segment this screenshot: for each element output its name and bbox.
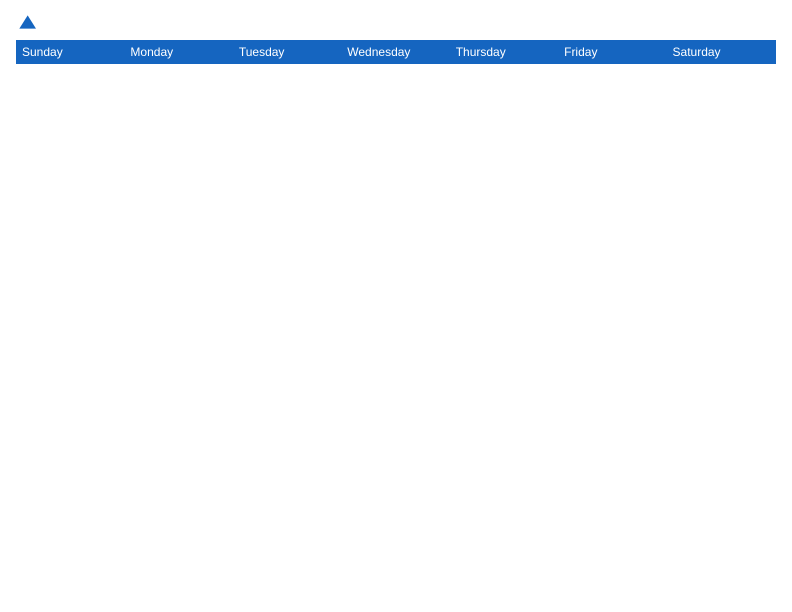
weekday-header-thursday: Thursday: [450, 41, 558, 64]
weekday-header-saturday: Saturday: [667, 41, 775, 64]
weekday-header-wednesday: Wednesday: [342, 41, 450, 64]
logo: [16, 12, 40, 32]
weekday-header-monday: Monday: [125, 41, 233, 64]
weekday-header-friday: Friday: [559, 41, 667, 64]
calendar: SundayMondayTuesdayWednesdayThursdayFrid…: [16, 40, 776, 64]
weekday-header-tuesday: Tuesday: [233, 41, 341, 64]
weekday-header-sunday: Sunday: [17, 41, 125, 64]
weekday-header-row: SundayMondayTuesdayWednesdayThursdayFrid…: [17, 41, 776, 64]
logo-icon: [16, 12, 36, 32]
page: SundayMondayTuesdayWednesdayThursdayFrid…: [0, 0, 792, 612]
header: [16, 12, 776, 32]
